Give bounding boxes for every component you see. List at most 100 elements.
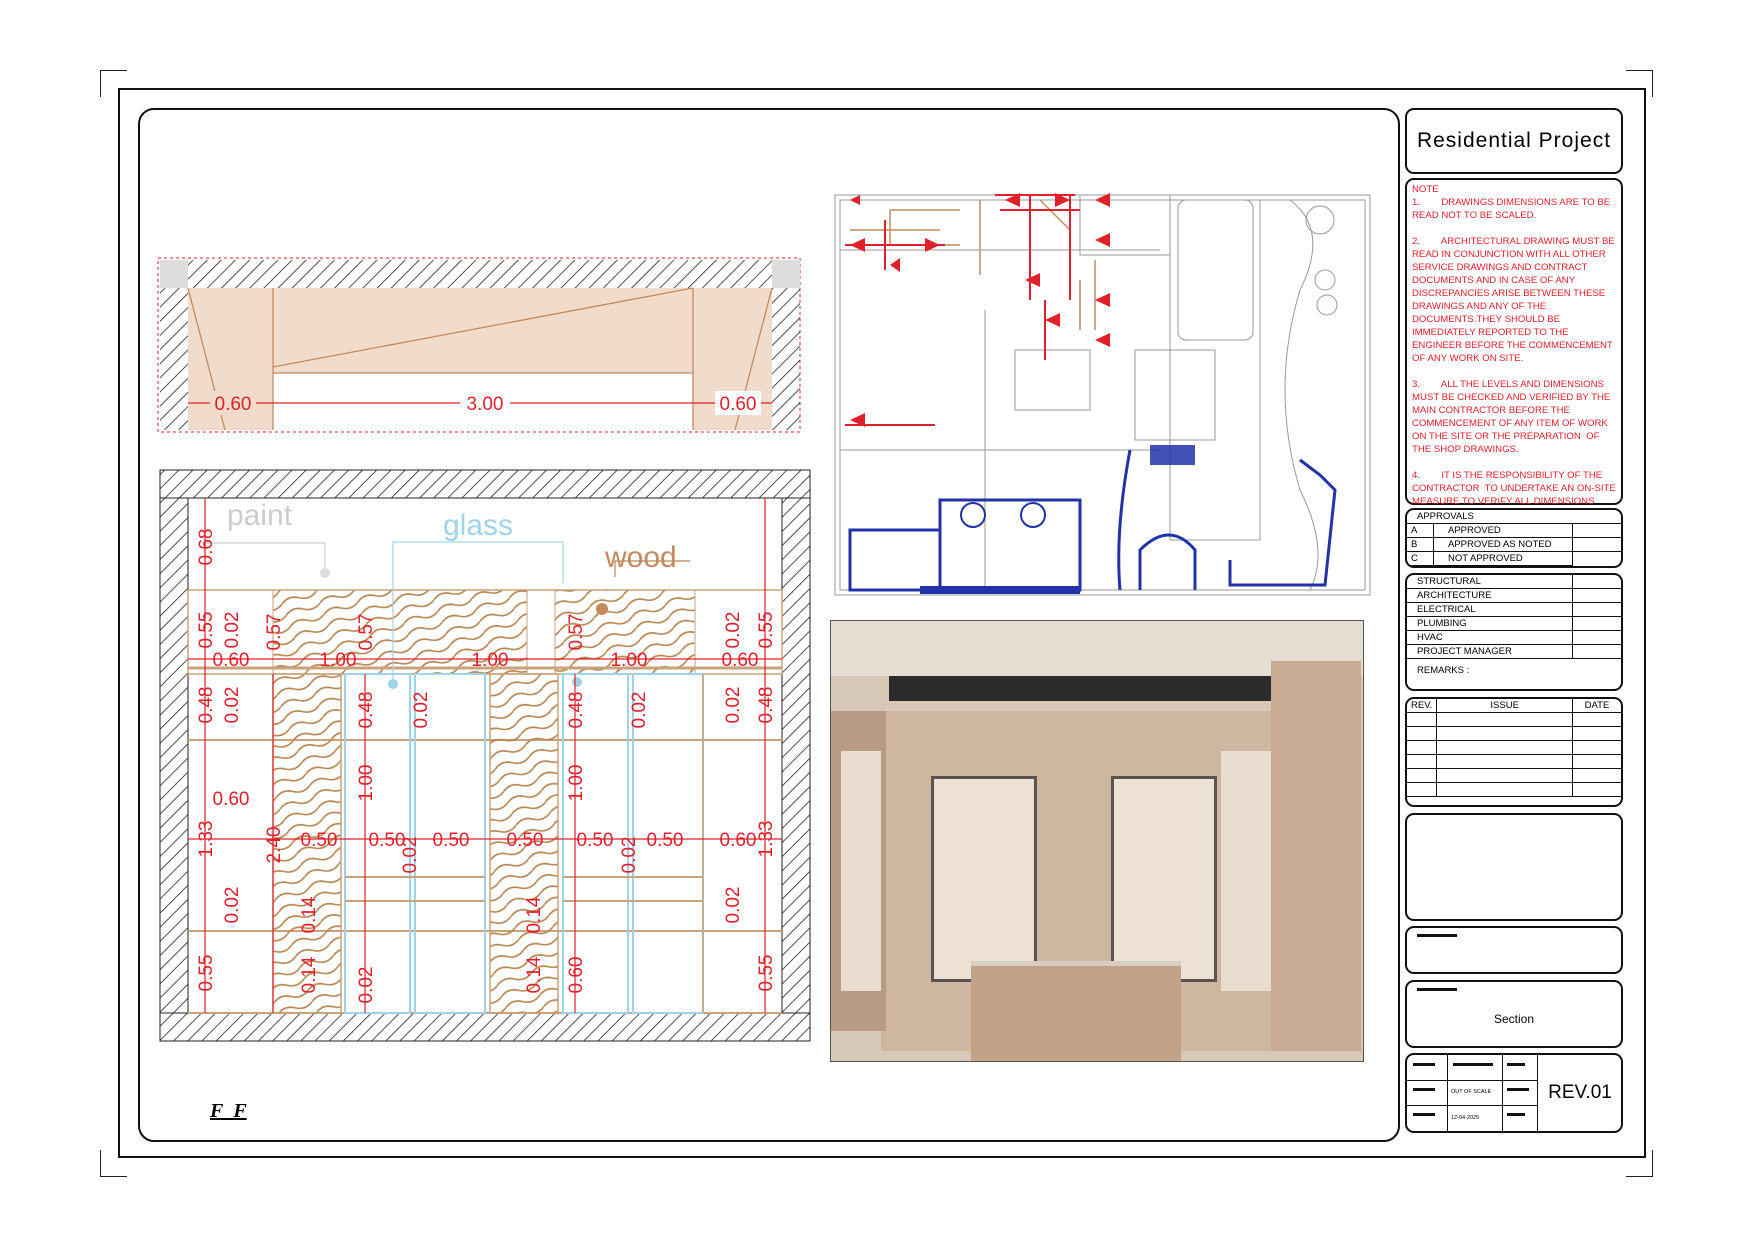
dim-glass-1: 1.00 [566,765,587,802]
rev-header: REV. [1407,699,1438,713]
dim-glass-0: 1.00 [356,765,377,802]
approval-text: APPROVED [1433,523,1573,538]
dim-left-3: 0.60 [213,789,250,810]
interior-render [830,620,1364,1062]
floor-plan-drawing [834,193,1371,596]
approval-checkbox[interactable] [1572,523,1621,538]
dim-thin-0: 0.02 [222,612,243,649]
dim-thin-6: 0.02 [411,692,432,729]
date-header: DATE [1572,699,1621,713]
dim-mid-4: 0.50 [577,830,614,851]
dim-door-2: 0.57 [566,614,587,651]
remarks-label: REMARKS : [1417,665,1470,676]
crop-mark [100,70,127,97]
discipline-label: ARCHITECTURE [1407,588,1573,603]
note-item-1: 1. DRAWINGS DIMENSIONS ARE TO BE READ NO… [1412,197,1613,221]
dim-thin-3: 0.02 [723,612,744,649]
dim-drawer-0: 0.14 [299,896,320,933]
dim-right-3: 0.55 [756,955,777,992]
glass-label: glass [443,509,513,542]
dim-top-3: 1.00 [611,650,648,671]
discipline-sign-cell[interactable] [1572,575,1621,589]
disciplines-panel: STRUCTURAL ARCHITECTURE ELECTRICAL PLUMB… [1405,573,1623,691]
plan-dim-left: 0.60 [215,394,252,415]
dim-left-2: 0.48 [196,687,217,724]
discipline-label: PROJECT MANAGER [1407,644,1573,659]
dim-mid-2: 0.50 [433,830,470,851]
title-block-info: OUT OF SCALE 12-04-2025 REV.01 [1405,1053,1623,1133]
discipline-label: STRUCTURAL [1407,575,1573,589]
dim-bottom-drawer: 0.60 [566,957,587,994]
project-name-box [1405,926,1623,974]
crop-mark [1626,1150,1653,1177]
dim-right-0: 0.55 [756,612,777,649]
project-title: Residential Project [1405,108,1623,174]
approval-code: B [1407,537,1434,552]
dim-drawer-1: 0.14 [299,956,320,993]
discipline-label: HVAC [1407,630,1573,645]
revision-label: REV.01 [1548,1082,1612,1103]
dim-thin-10: 0.02 [356,967,377,1004]
approval-code: A [1407,523,1434,538]
dim-mid-3: 0.50 [507,830,544,851]
approval-text: NOT APPROVED [1433,551,1573,566]
dim-thin-7: 0.02 [629,692,650,729]
dim-mid-6: 0.60 [720,830,757,851]
approval-code: C [1407,551,1434,566]
dim-left-5: 0.55 [196,955,217,992]
discipline-sign-cell[interactable] [1572,644,1621,659]
dim-thin-9: 0.02 [619,837,640,874]
dim-mid-0: 0.50 [301,830,338,851]
discipline-sign-cell[interactable] [1572,630,1621,645]
dim-thin-2: 0.02 [222,887,243,924]
dim-tall: 2.40 [264,827,285,864]
dim-top-2: 1.00 [472,650,509,671]
discipline-label: PLUMBING [1407,616,1573,631]
crop-mark [100,1150,127,1177]
ceiling-plan-drawing: 0.60 3.00 0.60 [157,257,801,433]
dim-top-1: 1.00 [320,650,357,671]
approvals-heading: APPROVALS [1407,510,1621,524]
dim-door-0: 0.57 [264,614,285,651]
wardrobe-elevation-drawing: paint glass wood 0.60 1.00 1.00 1.00 0.6… [159,469,811,1042]
plan-dim-center: 3.00 [467,394,504,415]
approvals-panel: APPROVALS A APPROVED B APPROVED AS NOTED C… [1405,508,1623,568]
dim-thin-1: 0.02 [222,687,243,724]
stamp-box [1405,813,1623,921]
approval-text: APPROVED AS NOTED [1433,537,1573,552]
plan-dim-right: 0.60 [720,394,757,415]
dim-thin-4: 0.02 [723,687,744,724]
discipline-sign-cell[interactable] [1572,588,1621,603]
dim-thin-5: 0.02 [723,887,744,924]
discipline-sign-cell[interactable] [1572,616,1621,631]
drawing-title-box: Section [1405,980,1623,1048]
notes-panel: NOTE 1. DRAWINGS DIMENSIONS ARE TO BE RE… [1405,178,1623,520]
note-item-3: 3. ALL THE LEVELS AND DIMENSIONS MUST BE… [1412,379,1613,455]
section-label: F_F [210,1100,247,1122]
issue-header: ISSUE [1436,699,1573,713]
dim-door-1: 0.57 [356,614,377,651]
dim-top-0: 0.60 [213,650,250,671]
dim-thin-8: 0.02 [400,837,421,874]
crop-mark [1626,70,1653,97]
approval-checkbox[interactable] [1573,552,1622,566]
wood-label: wood [604,541,677,574]
dim-drawer-3: 0.14 [524,956,545,993]
dim-top-4: 0.60 [722,650,759,671]
approval-checkbox[interactable] [1572,537,1621,552]
dim-right-2: 1.33 [756,821,777,858]
note-item-2: 2. ARCHITECTURAL DRAWING MUST BE READ IN… [1412,236,1618,364]
dim-mid-5: 0.50 [647,830,684,851]
dim-shelf-1: 0.48 [566,692,587,729]
discipline-sign-cell[interactable] [1572,602,1621,617]
dim-left-0: 0.68 [196,529,217,566]
scale-value: OUT OF SCALE [1451,1089,1492,1095]
notes-heading: NOTE [1412,184,1439,195]
revision-table: REV. ISSUE DATE [1405,697,1623,807]
dim-left-4: 1.33 [196,821,217,858]
dim-right-1: 0.48 [756,687,777,724]
discipline-label: ELECTRICAL [1407,602,1573,617]
paint-label: paint [227,499,293,532]
drawing-title: Section [1493,1012,1535,1026]
dim-shelf-0: 0.48 [356,692,377,729]
